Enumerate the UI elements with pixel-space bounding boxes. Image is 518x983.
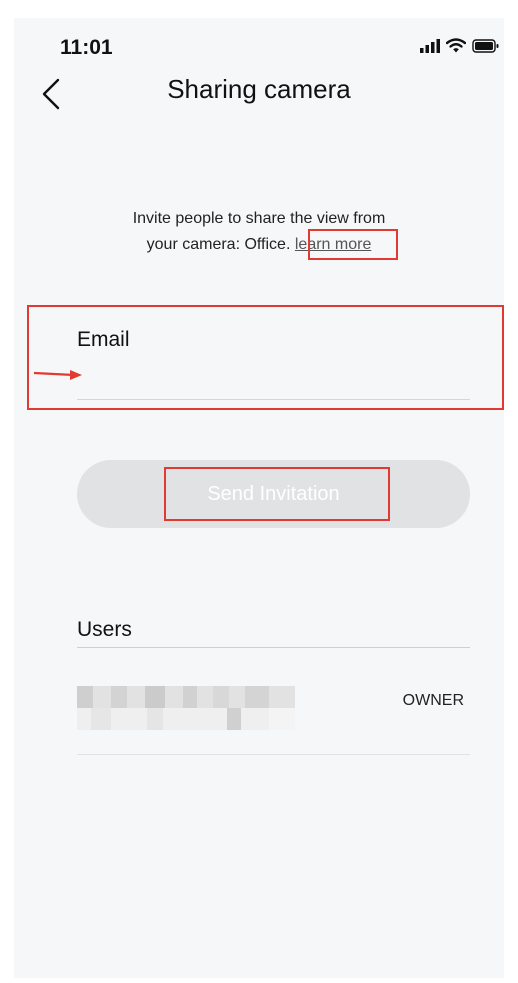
user-role: OWNER [402,692,464,709]
user-name-redacted [77,686,295,730]
status-icons [420,38,500,53]
wifi-icon [446,38,466,53]
annotation-box-learn-more [308,229,398,260]
row-divider [77,754,470,755]
nav-bar: Sharing camera [14,68,504,118]
annotation-box-send-button [164,467,390,521]
status-bar: 11:01 [14,18,504,62]
page-title: Sharing camera [167,74,351,104]
annotation-box-email-field [27,305,504,410]
status-time: 11:01 [60,36,113,59]
users-heading: Users [77,618,132,641]
signal-icon [420,38,440,53]
battery-icon [472,38,499,53]
user-row: OWNER [77,686,470,734]
invite-description-camera-text: your camera: Office. [146,236,291,253]
annotation-arrow-icon [34,370,82,380]
users-divider [77,647,470,648]
